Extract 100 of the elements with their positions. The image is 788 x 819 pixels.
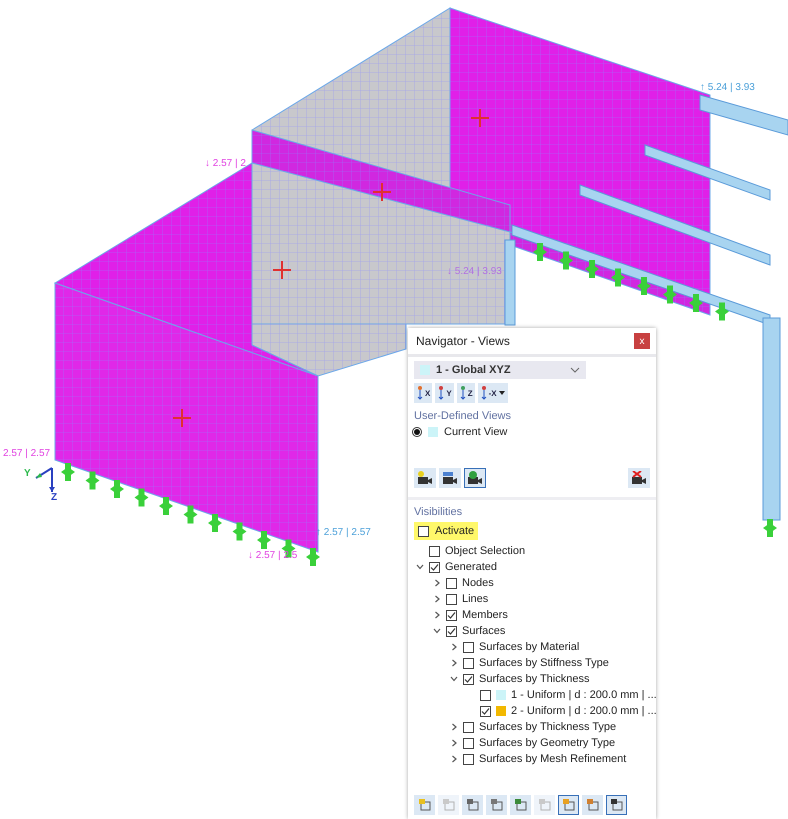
support-icon (637, 277, 651, 295)
camera-button[interactable] (414, 468, 436, 488)
arrow-down-icon (416, 386, 424, 400)
result-label: ↓ 2.57 | 2 (205, 158, 246, 169)
tree-item-label[interactable]: Members (462, 609, 508, 621)
camera-button[interactable] (628, 468, 650, 488)
support-icon (533, 243, 547, 261)
support-icon (611, 268, 625, 286)
support-icon (134, 488, 148, 506)
view-direction-button[interactable]: Y (435, 383, 454, 403)
chevron-right-icon[interactable] (433, 611, 441, 619)
support-icon (559, 252, 573, 270)
support-icon (184, 506, 198, 524)
caret-icon (498, 390, 506, 396)
support-icon (585, 260, 599, 278)
axis-icon (35, 467, 55, 493)
tree-item-label[interactable]: 1 - Uniform | d : 200.0 mm | ... (511, 689, 657, 701)
checkbox[interactable] (463, 722, 474, 732)
window-icon (466, 798, 480, 812)
tree-item-label[interactable]: Surfaces by Thickness Type (479, 721, 616, 733)
toolbar-button[interactable] (558, 795, 579, 815)
support-icon (61, 463, 75, 481)
checkbox[interactable] (463, 754, 474, 764)
camera-button[interactable] (464, 468, 486, 488)
tree-item-label[interactable]: Surfaces by Stiffness Type (479, 657, 609, 669)
activate-checkbox-row[interactable]: Activate (414, 522, 478, 540)
window-icon (418, 798, 432, 812)
checkbox[interactable] (463, 642, 474, 652)
axis-label: Z (51, 492, 58, 503)
checkbox[interactable] (463, 658, 474, 668)
support-icon (663, 286, 677, 304)
support-icon (232, 522, 246, 540)
window-icon (442, 798, 456, 812)
chevron-right-icon[interactable] (433, 579, 441, 587)
chevron-right-icon[interactable] (450, 755, 458, 763)
chevron-right-icon[interactable] (433, 595, 441, 603)
arrow-down-icon (458, 386, 467, 400)
tree-item-label[interactable]: Object Selection (445, 545, 526, 557)
checkbox[interactable] (446, 610, 457, 620)
support-icon (208, 514, 222, 532)
window-icon (610, 798, 624, 812)
tree-item-label[interactable]: Lines (462, 593, 488, 605)
arrow-down-icon (480, 386, 488, 400)
support-icon (257, 531, 271, 549)
tree-item-label[interactable]: Surfaces by Mesh Refinement (479, 753, 626, 765)
checkbox[interactable] (429, 546, 440, 556)
support-icon (159, 497, 173, 515)
toolbar-button[interactable] (486, 795, 507, 815)
support-icon (282, 540, 296, 558)
view-list-item[interactable]: Current View (412, 426, 652, 438)
chevron-down-icon[interactable] (433, 627, 441, 635)
tree-item-label[interactable]: Surfaces (462, 625, 506, 637)
checkbox[interactable] (446, 594, 457, 604)
tree-item-label[interactable]: Generated (445, 561, 497, 573)
checkbox[interactable] (463, 738, 474, 748)
panel-title: Navigator - Views (416, 334, 510, 348)
checkbox[interactable] (429, 562, 440, 572)
axis-label: Y (24, 468, 31, 479)
tree-item-label[interactable]: 2 - Uniform | d : 200.0 mm | ... (511, 705, 657, 717)
chevron-down-icon[interactable] (416, 563, 424, 571)
tree-item-label[interactable]: Surfaces by Material (479, 641, 580, 653)
support-icon (306, 548, 320, 566)
tree-item-label[interactable]: Nodes (462, 577, 494, 589)
result-label: ↓ 5.24 | 3.93 (447, 266, 502, 277)
window-icon (586, 798, 600, 812)
view-dropdown[interactable]: 1 - Global XYZ (414, 361, 586, 379)
chevron-right-icon[interactable] (450, 659, 458, 667)
load-marker-icon (172, 408, 192, 428)
tree-item-label[interactable]: Surfaces by Thickness (479, 673, 590, 685)
chevron-right-icon[interactable] (450, 643, 458, 651)
view-direction-button[interactable]: Z (456, 383, 475, 403)
toolbar-button[interactable] (414, 795, 435, 815)
checkbox[interactable] (446, 578, 457, 588)
checkbox[interactable] (463, 674, 474, 684)
support-icon (715, 302, 729, 320)
support-icon (110, 480, 124, 498)
checkbox[interactable] (446, 626, 457, 636)
tree-item-label[interactable]: Surfaces by Geometry Type (479, 737, 616, 749)
view-direction-button[interactable]: X (414, 383, 432, 403)
support-icon (86, 472, 100, 490)
result-label: 2.57 | 2.57 (3, 448, 50, 459)
chevron-right-icon[interactable] (450, 739, 458, 747)
chevron-down-icon (570, 367, 580, 373)
toolbar-button[interactable] (582, 795, 603, 815)
camera-icon (442, 471, 458, 485)
checkbox[interactable] (480, 706, 491, 716)
toolbar-button[interactable] (606, 795, 627, 815)
checkbox[interactable] (418, 526, 429, 536)
view-direction-button[interactable]: -X (478, 383, 508, 403)
camera-icon (631, 471, 647, 485)
chevron-right-icon[interactable] (450, 723, 458, 731)
toolbar-button[interactable] (462, 795, 483, 815)
chevron-down-icon[interactable] (450, 675, 458, 683)
close-button[interactable]: x (634, 333, 650, 349)
arrow-down-icon (437, 386, 446, 400)
toolbar-button[interactable] (510, 795, 531, 815)
camera-button[interactable] (439, 468, 461, 488)
result-label: ↑ 5.24 | 3.93 (700, 82, 755, 93)
checkbox[interactable] (480, 690, 491, 700)
window-icon (514, 798, 528, 812)
